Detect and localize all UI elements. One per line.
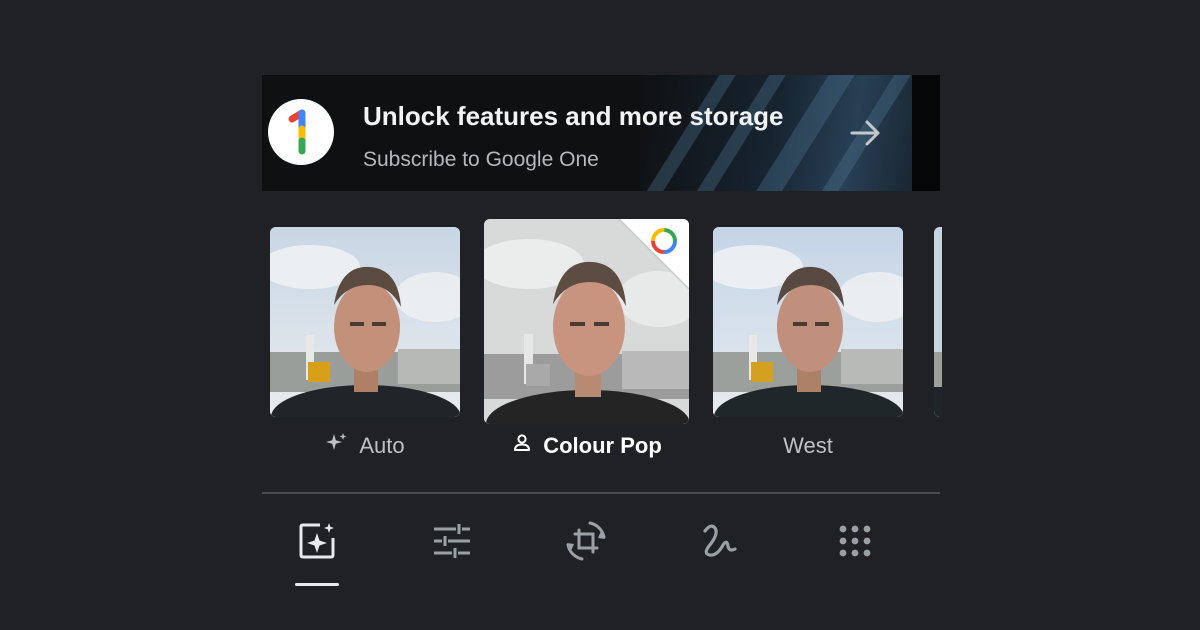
- tab-crop-rotate[interactable]: [564, 519, 608, 563]
- selfie-photo: [270, 227, 460, 417]
- tab-suggestions[interactable]: [295, 519, 339, 563]
- google-one-ring-icon: [619, 219, 689, 289]
- selfie-photo: [713, 227, 903, 417]
- filter-label-colour-pop[interactable]: Colour Pop: [484, 432, 689, 460]
- toolbar-divider: [262, 492, 940, 494]
- filter-label-auto[interactable]: Auto: [270, 432, 460, 460]
- filter-thumbnail-auto[interactable]: [270, 227, 460, 417]
- tab-markup[interactable]: [697, 519, 741, 563]
- arrow-right-icon[interactable]: [848, 115, 884, 151]
- filter-name: Auto: [359, 433, 405, 458]
- tab-more[interactable]: [833, 519, 877, 563]
- person-icon: [511, 432, 533, 460]
- filter-thumbnail-west[interactable]: [713, 227, 903, 417]
- filter-label-west[interactable]: West: [713, 432, 903, 460]
- filter-name: Colour Pop: [543, 433, 662, 458]
- banner-title: Unlock features and more storage: [363, 101, 784, 131]
- google-one-logo: [268, 99, 334, 165]
- filter-thumbnail-colour-pop[interactable]: [484, 219, 689, 424]
- grid-dots-icon: [839, 525, 871, 557]
- filter-thumbnail-next-partial[interactable]: [934, 227, 942, 417]
- magic-suggest-icon: [299, 523, 335, 559]
- banner-background-art: [636, 75, 940, 191]
- banner-subtitle: Subscribe to Google One: [363, 148, 599, 171]
- sparkle-icon: [325, 431, 349, 461]
- sliders-icon: [434, 524, 470, 558]
- crop-rotate-icon: [566, 521, 606, 561]
- google-one-banner[interactable]: Unlock features and more storage Subscri…: [262, 75, 940, 191]
- filter-name: West: [783, 433, 833, 458]
- selfie-photo: [934, 227, 942, 417]
- tab-adjust[interactable]: [430, 519, 474, 563]
- active-tab-indicator: [295, 583, 339, 586]
- markup-squiggle-icon: [703, 524, 737, 557]
